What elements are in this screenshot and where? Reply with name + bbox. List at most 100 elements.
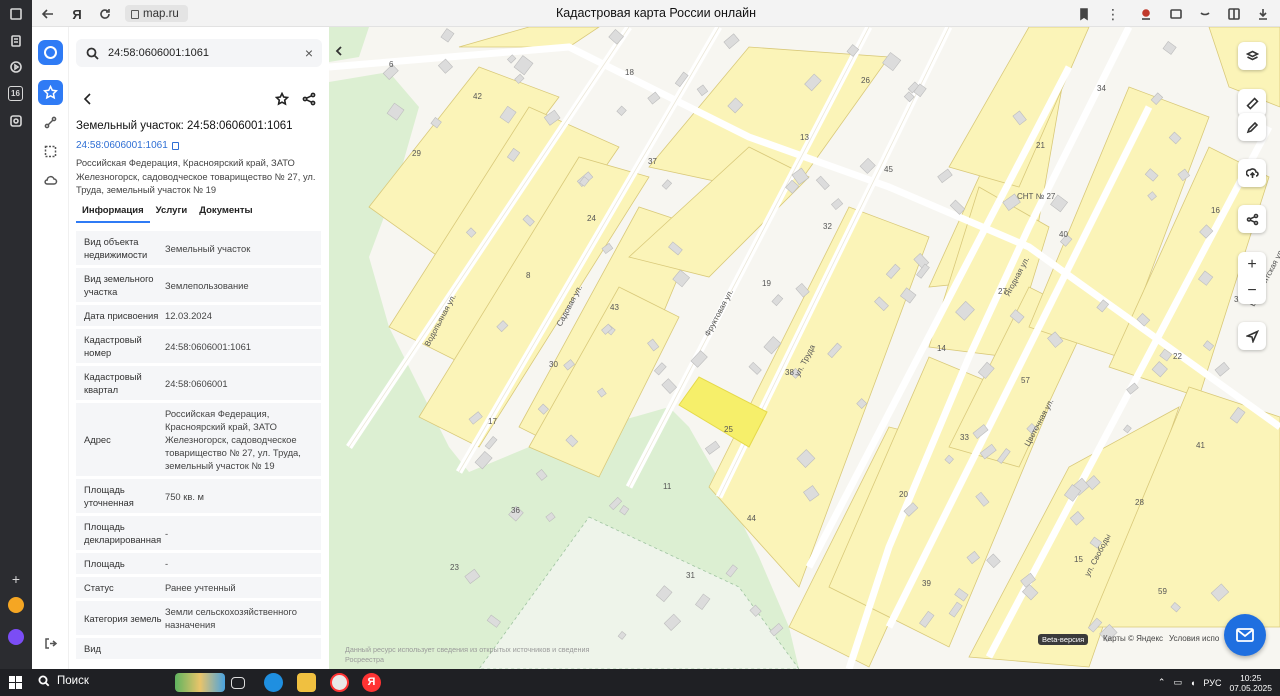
plot-number: 37: [648, 157, 657, 166]
plot-number: 31: [686, 571, 695, 580]
info-row: Площадь декларированная -: [76, 516, 321, 550]
minimize-pane-icon[interactable]: [1196, 5, 1214, 23]
plot-block: [458, 27, 600, 48]
gallery-icon[interactable]: [8, 113, 24, 129]
taskbar-search[interactable]: Поиск: [38, 675, 89, 687]
edge-browser-icon[interactable]: [264, 673, 283, 692]
clear-search-icon[interactable]: ×: [302, 46, 316, 60]
plot-number: 6: [389, 60, 394, 69]
tab-documents[interactable]: Документы: [193, 203, 258, 223]
tab-information[interactable]: Информация: [76, 203, 150, 223]
widgets-icon[interactable]: [175, 673, 225, 692]
plot-number: 34: [1097, 84, 1106, 93]
search-input[interactable]: 24:58:0606001:1061 ×: [76, 39, 322, 67]
back-chevron-icon[interactable]: [79, 90, 97, 108]
map-app-logo-icon[interactable]: [38, 40, 63, 65]
building: [616, 105, 627, 116]
collapse-panel-chevron-icon[interactable]: [332, 42, 346, 60]
more-menu-icon[interactable]: ⋮: [1104, 5, 1122, 23]
copy-icon[interactable]: [171, 141, 179, 150]
bookmark-icon[interactable]: [1075, 5, 1093, 23]
lock-icon: [131, 10, 139, 19]
volume-icon[interactable]: ◖: [1190, 678, 1195, 688]
info-value: 24:58:0606001: [165, 377, 228, 389]
info-value: Российская Федерация, Красноярский край,…: [165, 408, 301, 471]
street-label: Фруктовая ул.: [703, 288, 735, 338]
info-label: Категория земель: [84, 612, 162, 624]
zoom-out-button[interactable]: −: [1238, 278, 1266, 304]
bookmarks-icon[interactable]: [8, 33, 24, 49]
info-row: Кадастровый квартал 24:58:0606001: [76, 366, 321, 400]
favorite-star-icon[interactable]: [273, 90, 291, 108]
window-icon[interactable]: [8, 6, 24, 22]
play-icon[interactable]: [8, 59, 24, 75]
plot-number: 25: [724, 425, 733, 434]
plot-number: 39: [922, 579, 931, 588]
building: [815, 175, 830, 191]
info-label: Вид земельного участка: [84, 273, 154, 297]
plot-number: 36: [511, 506, 520, 515]
building: [1123, 424, 1132, 434]
building: [748, 361, 762, 375]
tray-chevron-icon[interactable]: ⌃: [1158, 677, 1166, 688]
zoom-in-button[interactable]: +: [1238, 252, 1266, 278]
reload-icon[interactable]: [96, 5, 114, 23]
yandex-browser-icon[interactable]: [330, 673, 349, 692]
upload-icon[interactable]: [1238, 159, 1266, 187]
route-icon[interactable]: [38, 110, 63, 135]
alice-icon[interactable]: [8, 629, 24, 645]
favorites-star-icon[interactable]: [38, 80, 63, 105]
cadastral-map[interactable]: 6 8 11 13 14 15 16 17 18 19 20 21 22 23 24 25 26 27 28 29 30…: [329, 27, 1280, 669]
language-indicator[interactable]: РУС: [1203, 678, 1221, 688]
plot-number: 57: [1021, 376, 1030, 385]
clock[interactable]: 10:25 07.05.2025: [1229, 673, 1272, 693]
extension-icon[interactable]: [1137, 5, 1155, 23]
yandex-app-icon[interactable]: [8, 597, 24, 613]
plot-number: 29: [412, 149, 421, 158]
building: [507, 54, 517, 64]
info-tabs: Информация Услуги Документы: [76, 203, 259, 225]
share-icon[interactable]: [300, 90, 318, 108]
calendar-16-icon[interactable]: 16: [8, 86, 23, 101]
area-select-icon[interactable]: [38, 139, 63, 164]
info-value: 24:58:0606001:1061: [165, 340, 252, 352]
download-icon[interactable]: [1254, 5, 1272, 23]
yandex-icon[interactable]: Я: [362, 673, 381, 692]
back-arrow-icon[interactable]: [39, 5, 57, 23]
terms-link[interactable]: Условия испо: [1169, 634, 1219, 643]
map-canvas[interactable]: 6811131415161718192021222324252627282930…: [329, 27, 1280, 669]
file-explorer-icon[interactable]: [297, 673, 316, 692]
mail-icon: [1236, 628, 1254, 642]
layers-icon[interactable]: [1238, 42, 1266, 70]
screenshot-icon[interactable]: [1167, 5, 1185, 23]
plot-number: 45: [884, 165, 893, 174]
info-row: Площадь -: [76, 553, 321, 574]
parcel-number-link[interactable]: 24:58:0606001:1061: [76, 140, 179, 151]
map-attribution[interactable]: Карты © Яндекс: [1103, 634, 1163, 643]
info-label: Площадь декларированная: [84, 521, 162, 545]
plot-number: 42: [473, 92, 482, 101]
yandex-logo-icon[interactable]: Я: [68, 5, 86, 23]
address-bar[interactable]: map.ru: [125, 5, 188, 22]
cloud-icon[interactable]: [38, 168, 63, 193]
plot-number: 23: [450, 563, 459, 572]
info-label: Вид объекта недвижимости: [84, 236, 148, 260]
task-view-icon[interactable]: [231, 677, 245, 689]
windows-start-icon[interactable]: [9, 676, 22, 689]
info-label: Площадь: [84, 558, 125, 569]
tab-services[interactable]: Услуги: [150, 203, 194, 223]
network-icon[interactable]: ▭: [1173, 677, 1182, 688]
locate-me-icon[interactable]: [1238, 322, 1266, 350]
info-value: [165, 645, 321, 653]
info-value: Ранее учтенный: [165, 582, 236, 593]
building: [484, 436, 498, 450]
sidebar-toggle-icon[interactable]: [1225, 5, 1243, 23]
mail-button[interactable]: [1224, 614, 1266, 656]
building: [1162, 41, 1177, 55]
edit-icon[interactable]: [1238, 113, 1266, 141]
browser-toolbar: Я map.ru Кадастровая карта России онлайн…: [32, 0, 1280, 27]
plot-number: 24: [587, 214, 596, 223]
add-icon[interactable]: +: [8, 571, 24, 587]
logout-icon[interactable]: [38, 631, 63, 656]
map-share-icon[interactable]: [1238, 205, 1266, 233]
